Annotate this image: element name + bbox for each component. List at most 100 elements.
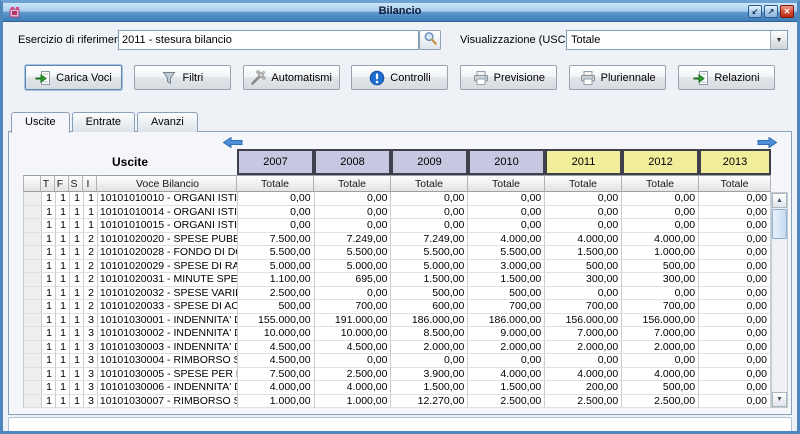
cell-value-2010[interactable]: 0,00 [468,219,545,233]
cell-i[interactable]: 3 [84,381,98,395]
row-gutter-cell[interactable] [24,273,42,287]
cell-voce-bilancio[interactable]: 10101030005 - SPESE PER LE COMMI [98,368,238,382]
table-row[interactable]: 111310101030007 - RIMBORSO SPESE AI1.000… [24,395,771,409]
scrollbar-thumb[interactable] [772,209,787,239]
cell-value-2008[interactable]: 4.500,00 [315,341,392,355]
cell-i[interactable]: 3 [84,327,98,341]
table-row[interactable]: 111310101030004 - RIMBORSO SPESE AI4.500… [24,354,771,368]
cell-value-2007[interactable]: 4.000,00 [238,381,315,395]
row-gutter-cell[interactable] [24,287,42,301]
cell-value-2011[interactable]: 4.000,00 [545,233,622,247]
cell-i[interactable]: 3 [84,354,98,368]
row-gutter-cell[interactable] [24,395,42,409]
cell-value-2008[interactable]: 0,00 [315,192,392,206]
cell-f[interactable]: 1 [56,206,70,220]
button-relazioni[interactable]: Relazioni [678,65,775,90]
maximize-button[interactable]: ↗ [764,5,778,18]
cell-i[interactable]: 2 [84,260,98,274]
cell-voce-bilancio[interactable]: 10101020033 - SPESE DI ACQUISTO [98,300,238,314]
cell-value-2011[interactable]: 300,00 [545,273,622,287]
scroll-down-button[interactable]: ▼ [772,392,787,407]
cell-t[interactable]: 1 [42,327,56,341]
cell-value-2010[interactable]: 500,00 [468,287,545,301]
cell-voce-bilancio[interactable]: 10101020031 - MINUTE SPESE PER O [98,273,238,287]
cell-value-2012[interactable]: 4.000,00 [622,368,699,382]
cell-value-2009[interactable]: 0,00 [391,354,468,368]
cell-value-2009[interactable]: 500,00 [391,287,468,301]
cell-s[interactable]: 1 [70,341,84,355]
tab-entrate[interactable]: Entrate [72,112,135,132]
cell-t[interactable]: 1 [42,206,56,220]
cell-s[interactable]: 1 [70,260,84,274]
cell-value-2010[interactable]: 1.500,00 [468,273,545,287]
cell-value-2011[interactable]: 156.000,00 [545,314,622,328]
cell-f[interactable]: 1 [56,314,70,328]
cell-value-2013[interactable]: 0,00 [699,395,771,409]
cell-value-2007[interactable]: 1.000,00 [238,395,315,409]
cell-value-2007[interactable]: 1.100,00 [238,273,315,287]
cell-t[interactable]: 1 [42,354,56,368]
year-column-header-2008[interactable]: 2008 [314,149,391,175]
cell-f[interactable]: 1 [56,260,70,274]
cell-value-2007[interactable]: 7.500,00 [238,233,315,247]
row-gutter-cell[interactable] [24,327,42,341]
cell-value-2013[interactable]: 0,00 [699,341,771,355]
cell-voce-bilancio[interactable]: 10101030003 - INDENNITA' DI MISSI [98,341,238,355]
cell-value-2008[interactable]: 4.000,00 [315,381,392,395]
cell-s[interactable]: 1 [70,246,84,260]
cell-value-2012[interactable]: 0,00 [622,206,699,220]
table-row[interactable]: 111310101030005 - SPESE PER LE COMMI7.50… [24,368,771,382]
cell-value-2009[interactable]: 0,00 [391,192,468,206]
cell-t[interactable]: 1 [42,341,56,355]
cell-value-2010[interactable]: 186.000,00 [468,314,545,328]
cell-value-2013[interactable]: 0,00 [699,192,771,206]
cell-value-2013[interactable]: 0,00 [699,327,771,341]
table-row[interactable]: 111210101020031 - MINUTE SPESE PER O1.10… [24,273,771,287]
cell-t[interactable]: 1 [42,287,56,301]
cell-value-2009[interactable]: 8.500,00 [391,327,468,341]
cell-s[interactable]: 1 [70,354,84,368]
cell-i[interactable]: 3 [84,341,98,355]
cell-value-2007[interactable]: 10.000,00 [238,327,315,341]
cell-value-2013[interactable]: 0,00 [699,287,771,301]
cell-value-2007[interactable]: 2.500,00 [238,287,315,301]
cell-value-2011[interactable]: 2.000,00 [545,341,622,355]
cell-voce-bilancio[interactable]: 10101030006 - INDENNITA' DI MISSI [98,381,238,395]
cell-f[interactable]: 1 [56,287,70,301]
cell-t[interactable]: 1 [42,395,56,409]
cell-f[interactable]: 1 [56,381,70,395]
cell-s[interactable]: 1 [70,368,84,382]
cell-value-2013[interactable]: 0,00 [699,381,771,395]
cell-value-2009[interactable]: 3.900,00 [391,368,468,382]
table-row[interactable]: 111310101030003 - INDENNITA' DI MISSI4.5… [24,341,771,355]
cell-value-2008[interactable]: 695,00 [315,273,392,287]
year-column-header-2009[interactable]: 2009 [391,149,468,175]
cell-value-2007[interactable]: 7.500,00 [238,368,315,382]
cell-s[interactable]: 1 [70,273,84,287]
cell-i[interactable]: 2 [84,246,98,260]
scroll-up-button[interactable]: ▲ [772,193,787,208]
cell-value-2007[interactable]: 0,00 [238,192,315,206]
cell-value-2009[interactable]: 1.500,00 [391,381,468,395]
cell-f[interactable]: 1 [56,219,70,233]
tab-avanzi[interactable]: Avanzi [137,112,198,132]
table-row[interactable]: 111210101020032 - SPESE VARIE PER IL C2.… [24,287,771,301]
search-button[interactable] [419,30,441,50]
cell-value-2013[interactable]: 0,00 [699,246,771,260]
table-row[interactable]: 111210101020029 - SPESE DI RAPPRESEN5.00… [24,260,771,274]
cell-value-2011[interactable]: 700,00 [545,300,622,314]
cell-value-2009[interactable]: 0,00 [391,206,468,220]
cell-voce-bilancio[interactable]: 10101030001 - INDENNITA' DI CARIC [98,314,238,328]
cell-value-2013[interactable]: 0,00 [699,300,771,314]
cell-voce-bilancio[interactable]: 10101010015 - ORGANI ISTITUZIONA [98,219,238,233]
cell-value-2013[interactable]: 0,00 [699,354,771,368]
row-gutter-cell[interactable] [24,314,42,328]
cell-value-2012[interactable]: 2.500,00 [622,395,699,409]
cell-value-2008[interactable]: 2.500,00 [315,368,392,382]
row-gutter-cell[interactable] [24,354,42,368]
cell-value-2010[interactable]: 0,00 [468,354,545,368]
cell-value-2008[interactable]: 7.249,00 [315,233,392,247]
cell-s[interactable]: 1 [70,314,84,328]
row-gutter-cell[interactable] [24,341,42,355]
year-column-header-2013[interactable]: 2013 [699,149,771,175]
